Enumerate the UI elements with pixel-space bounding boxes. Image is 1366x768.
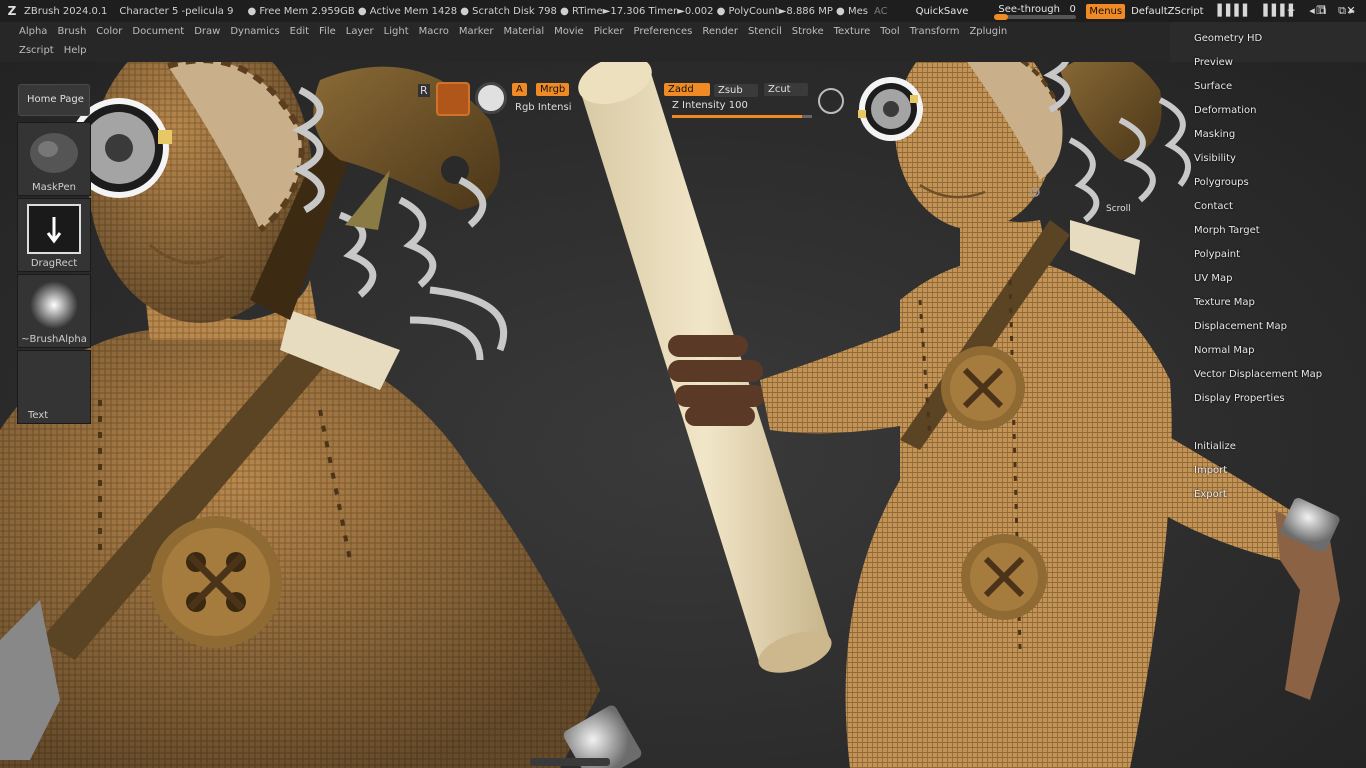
- right-eye-lens: [858, 77, 923, 141]
- tool-menu-panel: Geometry HD Preview Surface Deformation Mask…: [1176, 28, 1366, 508]
- menu-material[interactable]: Material: [498, 22, 549, 41]
- ui-layout-icon[interactable]: ▌▌▌▌: [1218, 4, 1252, 18]
- z-intensity-fill: [672, 115, 803, 118]
- menu-help[interactable]: Help: [59, 41, 92, 60]
- menus-toggle-button[interactable]: Menus: [1086, 3, 1126, 19]
- app-version: ZBrush 2024.0.1: [24, 5, 108, 17]
- menu-document[interactable]: Document: [127, 22, 189, 41]
- home-page-button[interactable]: Home Page: [18, 84, 90, 116]
- maskpen-thumb-icon: [30, 133, 78, 173]
- tool-menu-item[interactable]: Morph Target: [1176, 220, 1366, 244]
- menu-draw[interactable]: Draw: [189, 22, 225, 41]
- menu-file[interactable]: File: [314, 22, 341, 41]
- scroll-button[interactable]: Scroll: [1106, 204, 1131, 214]
- canvas-viewport[interactable]: [0, 62, 1366, 768]
- tool-menu-item[interactable]: Preview: [1176, 52, 1366, 76]
- tool-menu-item[interactable]: Geometry HD: [1176, 28, 1366, 52]
- see-through-slider[interactable]: See-through 0: [994, 2, 1077, 20]
- bottom-scroll-handle[interactable]: [530, 758, 610, 766]
- zsub-button[interactable]: Zsub: [714, 84, 758, 97]
- menu-color[interactable]: Color: [91, 22, 127, 41]
- tool-menu-item[interactable]: Deformation: [1176, 100, 1366, 124]
- brushalpha-label: ~BrushAlpha: [21, 334, 87, 345]
- maskpen-label: MaskPen: [32, 182, 76, 193]
- restore-icon[interactable]: ❐: [1306, 0, 1336, 22]
- texture-slot[interactable]: Text: [17, 350, 91, 424]
- tool-menu-item[interactable]: Display Properties: [1176, 388, 1366, 412]
- z-intensity-label: Z Intensity 100: [672, 100, 748, 111]
- dragrect-thumb-icon: [27, 204, 81, 254]
- menu-movie[interactable]: Movie: [549, 22, 589, 41]
- menu-brush[interactable]: Brush: [52, 22, 91, 41]
- memory-stats: ● Free Mem 2.959GB ● Active Mem 1428 ● S…: [247, 5, 868, 17]
- menu-row-2: Zscript Help: [14, 41, 92, 60]
- tool-menu-item[interactable]: Polygroups: [1176, 172, 1366, 196]
- menu-macro[interactable]: Macro: [414, 22, 454, 41]
- see-through-value: 0: [1069, 4, 1076, 15]
- ac-label: AC: [873, 5, 888, 17]
- see-through-label: See-through: [998, 4, 1060, 15]
- tool-menu-item[interactable]: Vector Displacement Map: [1176, 364, 1366, 388]
- a-button[interactable]: A: [512, 83, 527, 96]
- tool-menu-item[interactable]: Initialize: [1176, 436, 1366, 460]
- texture-label: Text: [28, 410, 49, 421]
- zbrush-logo-icon[interactable]: Z: [4, 3, 20, 19]
- zcut-button[interactable]: Zcut: [764, 83, 808, 96]
- z-intensity-slider[interactable]: Z Intensity 100: [672, 100, 812, 118]
- menu-row-1: Alpha Brush Color Document Draw Dynamics Edit F…: [14, 22, 1012, 41]
- lightbox-icon[interactable]: [436, 82, 470, 116]
- record-icon[interactable]: R: [418, 84, 430, 97]
- menu-zplugin[interactable]: Zplugin: [964, 22, 1012, 41]
- tool-menu-item[interactable]: UV Map: [1176, 268, 1366, 292]
- brush-alpha-thumb-icon: [30, 281, 78, 329]
- tool-menu-item[interactable]: Displacement Map: [1176, 316, 1366, 340]
- close-icon[interactable]: ✕: [1336, 0, 1366, 22]
- menu-zscript[interactable]: Zscript: [14, 41, 59, 60]
- dragrect-stroke-slot[interactable]: DragRect: [17, 198, 91, 272]
- tool-menu-item[interactable]: Contact: [1176, 196, 1366, 220]
- brushalpha-slot[interactable]: ~BrushAlpha: [17, 274, 91, 348]
- maskpen-brush-slot[interactable]: MaskPen: [17, 122, 91, 196]
- dragrect-label: DragRect: [30, 258, 78, 269]
- default-zscript-button[interactable]: DefaultZScript: [1131, 6, 1203, 17]
- scene-render: [0, 62, 1340, 768]
- window-controls: ─ ❐ ✕: [1276, 0, 1366, 22]
- zadd-button[interactable]: Zadd: [664, 83, 710, 96]
- menu-edit[interactable]: Edit: [285, 22, 314, 41]
- quicksave-button[interactable]: QuickSave: [916, 6, 969, 17]
- tool-menu-item[interactable]: Texture Map: [1176, 292, 1366, 316]
- menu-preferences[interactable]: Preferences: [629, 22, 698, 41]
- document-name: Character 5 -pelicula 9: [119, 5, 234, 17]
- minimize-icon[interactable]: ─: [1276, 0, 1306, 22]
- menu-dynamics[interactable]: Dynamics: [225, 22, 284, 41]
- main-menu-bar: Alpha Brush Color Document Draw Dynamics Edit F…: [0, 22, 1170, 62]
- menu-picker[interactable]: Picker: [589, 22, 629, 41]
- tool-menu-item[interactable]: Masking: [1176, 124, 1366, 148]
- menu-alpha[interactable]: Alpha: [14, 22, 52, 41]
- rgb-intensity-label[interactable]: Rgb Intensi: [515, 102, 572, 113]
- menu-transform[interactable]: Transform: [905, 22, 965, 41]
- menu-marker[interactable]: Marker: [454, 22, 499, 41]
- menu-render[interactable]: Render: [697, 22, 743, 41]
- title-bar: Z ZBrush 2024.0.1 Character 5 -pelicula …: [0, 0, 1366, 22]
- tool-menu-item[interactable]: Surface: [1176, 76, 1366, 100]
- menu-layer[interactable]: Layer: [341, 22, 379, 41]
- menu-light[interactable]: Light: [379, 22, 414, 41]
- tool-menu-item[interactable]: Visibility: [1176, 148, 1366, 172]
- menu-stroke[interactable]: Stroke: [787, 22, 829, 41]
- tool-menu-item: [1176, 412, 1366, 436]
- tool-menu-item[interactable]: Export: [1176, 484, 1366, 508]
- tool-menu-item[interactable]: Import: [1176, 460, 1366, 484]
- mrgb-button[interactable]: Mrgb: [536, 83, 570, 96]
- spotlight-icon[interactable]: [475, 82, 507, 114]
- scale-icon[interactable]: [818, 88, 844, 114]
- tool-menu-item[interactable]: Normal Map: [1176, 340, 1366, 364]
- menu-tool[interactable]: Tool: [875, 22, 904, 41]
- menu-stencil[interactable]: Stencil: [743, 22, 787, 41]
- menu-texture[interactable]: Texture: [829, 22, 876, 41]
- tool-menu-item[interactable]: Polypaint: [1176, 244, 1366, 268]
- see-through-knob[interactable]: [994, 14, 1009, 20]
